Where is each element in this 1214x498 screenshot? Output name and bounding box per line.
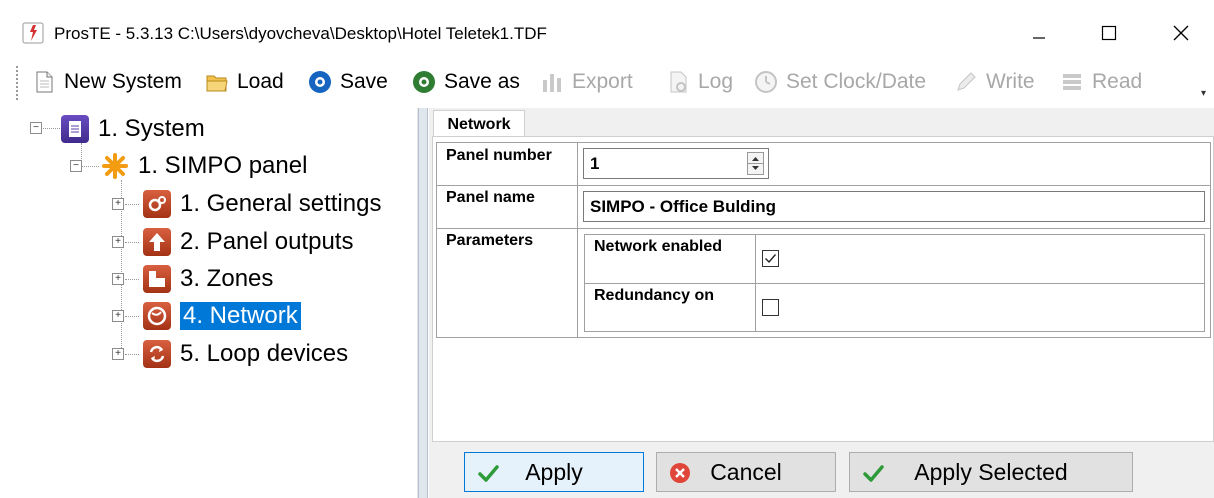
panel-name-input[interactable]: SIMPO - Office Bulding (583, 191, 1205, 222)
gears-icon (143, 190, 171, 218)
toolbar-grip[interactable] (16, 66, 21, 100)
apply-label: Apply (525, 458, 583, 485)
tree-item-general-settings[interactable]: 1. General settings (143, 187, 381, 221)
cancel-label: Cancel (710, 458, 782, 485)
expand-zones-toggle[interactable]: + (112, 273, 124, 285)
new-document-icon (32, 70, 56, 94)
expand-general-settings-toggle[interactable]: + (112, 198, 124, 210)
panel-number-value: 1 (590, 153, 600, 173)
save-as-label: Save as (444, 70, 520, 93)
tree-label-network: 4. Network (180, 302, 301, 330)
zones-icon (143, 265, 171, 293)
collapse-system-toggle[interactable]: − (30, 122, 42, 134)
redundancy-on-checkbox[interactable] (762, 299, 779, 316)
save-disc-icon (308, 70, 332, 94)
apply-selected-button[interactable]: Apply Selected (849, 452, 1133, 492)
network-enabled-label: Network enabled (594, 238, 723, 255)
log-button[interactable]: Log (666, 62, 733, 102)
tree-item-simpo-panel[interactable]: 1. SIMPO panel (101, 149, 307, 183)
globe-icon (143, 302, 171, 330)
cancel-button[interactable]: Cancel (656, 452, 836, 492)
save-as-disc-icon (412, 70, 436, 94)
new-system-button[interactable]: New System (32, 62, 182, 102)
save-button[interactable]: Save (308, 62, 388, 102)
tree-label-zones: 3. Zones (180, 265, 274, 292)
set-clock-date-button[interactable]: Set Clock/Date (754, 62, 926, 102)
expand-loop-devices-toggle[interactable]: + (112, 348, 124, 360)
tree-label-panel: 1. SIMPO panel (138, 152, 308, 179)
export-chart-icon (540, 70, 564, 94)
panel-number-spinner[interactable]: 1 (583, 148, 769, 179)
folder-icon (205, 70, 229, 94)
export-label: Export (572, 70, 633, 93)
maximize-button[interactable] (1086, 14, 1132, 52)
tree-label-panel-outputs: 2. Panel outputs (180, 228, 354, 255)
redundancy-label: Redundancy on (594, 287, 715, 304)
parameters-label: Parameters (446, 232, 534, 249)
tab-network[interactable]: Network (433, 110, 525, 138)
tree-item-zones[interactable]: 3. Zones (143, 262, 273, 296)
load-button[interactable]: Load (205, 62, 284, 102)
apply-selected-label: Apply Selected (914, 458, 1068, 485)
expand-panel-outputs-toggle[interactable]: + (112, 236, 124, 248)
panel-name-label: Panel name (446, 189, 535, 206)
expand-network-toggle[interactable]: + (112, 310, 124, 322)
window-title: ProsTE - 5.3.13 C:\Users\dyovcheva\Deskt… (54, 24, 547, 43)
tree-label-loop-devices: 5. Loop devices (180, 340, 349, 367)
write-label: Write (986, 70, 1035, 93)
app-logo-icon (22, 22, 44, 44)
tree-item-network[interactable]: 4. Network (143, 299, 301, 333)
read-label: Read (1092, 70, 1143, 93)
tree-item-loop-devices[interactable]: 5. Loop devices (143, 337, 348, 371)
log-label: Log (698, 70, 734, 93)
spinner-arrows[interactable] (747, 152, 764, 175)
read-button[interactable]: Read (1060, 62, 1142, 102)
panel-name-value: SIMPO - Office Bulding (590, 196, 777, 216)
panel-number-label: Panel number (446, 147, 552, 164)
toolbar-overflow-icon[interactable]: ▾ (1201, 88, 1213, 102)
network-enabled-checkbox[interactable] (762, 250, 779, 267)
set-clock-label: Set Clock/Date (786, 70, 927, 93)
close-button[interactable] (1158, 14, 1204, 52)
tree-item-system[interactable]: 1. System (61, 112, 205, 146)
collapse-panel-toggle[interactable]: − (70, 160, 82, 172)
log-document-icon (666, 70, 690, 94)
export-button[interactable]: Export (540, 62, 633, 102)
tree-panel: − 1. System − 1. SIMPO panel + 1. Genera… (13, 108, 418, 498)
redundancy-value-cell (755, 283, 1205, 332)
load-label: Load (237, 70, 284, 93)
write-button[interactable]: Write (954, 62, 1035, 102)
panel-star-icon (101, 152, 129, 180)
new-system-label: New System (64, 70, 182, 93)
tree-label-system: 1. System (98, 115, 205, 142)
panel-splitter[interactable] (418, 108, 428, 498)
arrow-up-icon (143, 228, 171, 256)
loop-icon (143, 340, 171, 368)
system-document-icon (61, 115, 89, 143)
save-as-button[interactable]: Save as (412, 62, 520, 102)
apply-button[interactable]: Apply (464, 452, 644, 492)
tree-item-panel-outputs[interactable]: 2. Panel outputs (143, 225, 353, 259)
network-enabled-value-cell (755, 234, 1205, 284)
minimize-button[interactable] (1016, 14, 1062, 52)
clock-icon (754, 70, 778, 94)
read-stack-icon (1060, 70, 1084, 94)
tree-label-general-settings: 1. General settings (180, 190, 382, 217)
pencil-icon (954, 70, 978, 94)
save-label: Save (340, 70, 388, 93)
